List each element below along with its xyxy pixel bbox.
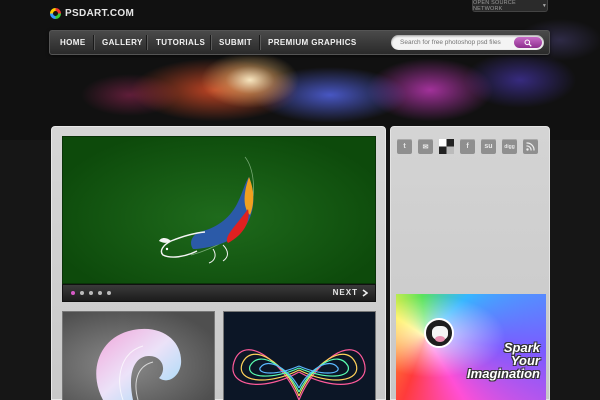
- nav-item-premium-graphics[interactable]: PREMIUM GRAPHICS: [268, 31, 357, 54]
- delicious-squares: [439, 139, 454, 154]
- logo-icon: [50, 7, 61, 19]
- content-panel: NEXT: [51, 126, 386, 400]
- chevron-right-icon: [362, 289, 368, 297]
- next-label: NEXT: [332, 288, 358, 297]
- rss-waves: [526, 142, 535, 151]
- open-source-network-dropdown[interactable]: OPEN SOURCE NETWORK ▼: [472, 0, 548, 12]
- nav-divider: [93, 35, 94, 50]
- koi-fish-illustration: [159, 156, 254, 264]
- next-slide-button[interactable]: NEXT: [333, 285, 368, 301]
- featured-slide-koi-fish[interactable]: [62, 136, 376, 284]
- gallery-thumbnail[interactable]: [223, 311, 376, 400]
- email-icon[interactable]: ✉: [418, 139, 433, 154]
- ad-headline: Spark Your Imagination: [430, 341, 540, 380]
- ad-headline-line3: Imagination: [467, 366, 540, 381]
- sidebar: t ✉ f su digg Spark Your Imagination: [390, 126, 550, 400]
- slider-dot-2[interactable]: [80, 291, 84, 295]
- sidebar-advertisement[interactable]: Spark Your Imagination: [396, 294, 546, 400]
- chevron-down-icon: ▼: [541, 2, 547, 9]
- nav-divider: [146, 35, 147, 50]
- search-box: [391, 35, 544, 50]
- abstract-shell-artwork: [96, 328, 182, 400]
- nav-divider: [259, 35, 260, 50]
- abstract-swirl-artwork: [232, 349, 366, 400]
- rss-icon[interactable]: [523, 139, 538, 154]
- facebook-icon[interactable]: f: [460, 139, 475, 154]
- slider-dot-1[interactable]: [71, 291, 75, 295]
- slider-dot-5[interactable]: [107, 291, 111, 295]
- gallery-thumbnail[interactable]: [62, 311, 215, 400]
- twitter-icon[interactable]: t: [397, 139, 412, 154]
- search-input[interactable]: [400, 36, 510, 49]
- main-nav: HOME GALLERY TUTORIALS SUBMIT PREMIUM GR…: [49, 30, 550, 55]
- digg-icon[interactable]: digg: [502, 139, 517, 154]
- nav-item-submit[interactable]: SUBMIT: [219, 31, 252, 54]
- slider-controls: NEXT: [62, 284, 376, 302]
- stumbleupon-icon[interactable]: su: [481, 139, 496, 154]
- header-nebula-background: [0, 0, 600, 140]
- network-label: OPEN SOURCE NETWORK: [473, 0, 516, 12]
- nav-item-tutorials[interactable]: TUTORIALS: [156, 31, 205, 54]
- delicious-icon[interactable]: [439, 139, 454, 154]
- search-icon: [524, 39, 532, 47]
- site-logo[interactable]: PSDART.COM: [50, 6, 134, 20]
- nav-item-home[interactable]: HOME: [60, 31, 86, 54]
- logo-text: PSDART.COM: [65, 7, 135, 19]
- search-button[interactable]: [514, 37, 542, 48]
- nav-item-gallery[interactable]: GALLERY: [102, 31, 143, 54]
- slider-dot-4[interactable]: [98, 291, 102, 295]
- slider-dot-3[interactable]: [89, 291, 93, 295]
- nav-divider: [210, 35, 211, 50]
